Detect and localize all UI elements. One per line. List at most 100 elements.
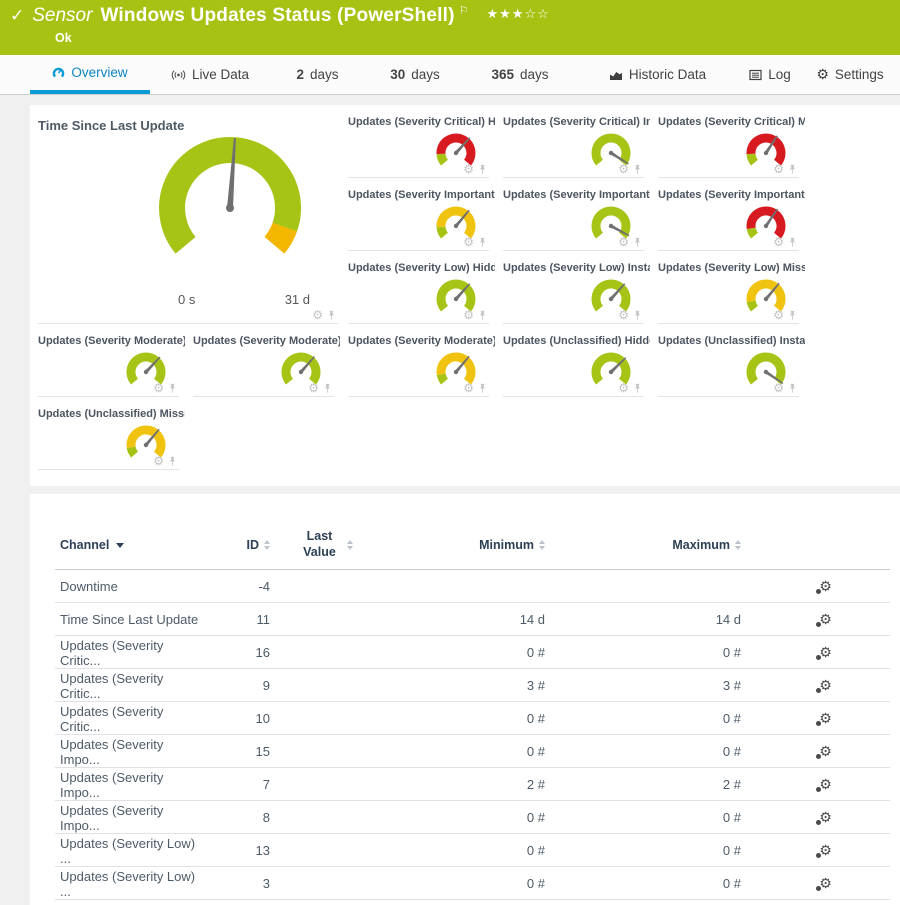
channel-table-row[interactable]: Time Since Last Update 11 14 d 14 d ⚙ bbox=[30, 603, 900, 636]
channel-table-row[interactable]: Updates (Severity Impo... 8 0 # 0 # ⚙ bbox=[30, 801, 900, 834]
channel-settings-icon[interactable]: ⚙ bbox=[819, 777, 832, 792]
tab-live-data[interactable]: Live Data bbox=[150, 55, 270, 94]
mini-gauge-cell[interactable]: Updates (Severity Low) Hidden ⚙ bbox=[348, 261, 503, 334]
channel-table-row[interactable]: Updates (Severity Low) ... 13 0 # 0 # ⚙ bbox=[30, 834, 900, 867]
main-gauge-cell[interactable]: Time Since Last Update 0 s 31 d ⚙ bbox=[38, 115, 348, 334]
mini-gauge-cell[interactable]: Updates (Unclassified) Hidden ⚙ bbox=[503, 334, 658, 407]
column-header-maximum[interactable]: Maximum bbox=[555, 538, 751, 552]
tab-365-days[interactable]: 365 days bbox=[465, 55, 575, 94]
mini-gauge-cell[interactable]: Updates (Unclassified) Missing ⚙ bbox=[38, 407, 193, 480]
pin-icon[interactable] bbox=[323, 383, 332, 394]
channel-name-cell[interactable]: Updates (Severity Critic... bbox=[30, 704, 200, 734]
pin-icon[interactable] bbox=[633, 383, 642, 394]
time-since-last-update-gauge[interactable] bbox=[120, 135, 340, 285]
tab-overview[interactable]: Overview bbox=[30, 55, 150, 94]
pin-icon[interactable] bbox=[478, 237, 487, 248]
channel-table-row[interactable]: Updates (Severity Critic... 16 0 # 0 # ⚙ bbox=[30, 636, 900, 669]
tab-settings[interactable]: ⚙ Settings bbox=[800, 55, 900, 94]
channel-table-row[interactable]: Downtime -4 ⚙ bbox=[30, 570, 900, 603]
gauge-settings-gear-icon[interactable]: ⚙ bbox=[463, 163, 474, 175]
channel-settings-icon[interactable]: ⚙ bbox=[819, 711, 832, 726]
gauge-settings-gear-icon[interactable]: ⚙ bbox=[773, 236, 784, 248]
channel-name-cell[interactable]: Updates (Severity Impo... bbox=[30, 803, 200, 833]
gauge-settings-gear-icon[interactable]: ⚙ bbox=[618, 382, 629, 394]
gauge-settings-gear-icon[interactable]: ⚙ bbox=[153, 382, 164, 394]
mini-gauge-cell[interactable]: Updates (Severity Important) ... ⚙ bbox=[503, 188, 658, 261]
channel-table-row[interactable]: Updates (Severity Critic... 9 3 # 3 # ⚙ bbox=[30, 669, 900, 702]
tab-30-days[interactable]: 30 days bbox=[365, 55, 465, 94]
mini-gauge-cell[interactable]: Updates (Severity Critical) Mi... ⚙ bbox=[658, 115, 813, 188]
pin-icon[interactable] bbox=[478, 164, 487, 175]
gauge-settings-gear-icon[interactable]: ⚙ bbox=[308, 382, 319, 394]
pin-icon[interactable] bbox=[788, 310, 797, 321]
gauge-settings-gear-icon[interactable]: ⚙ bbox=[153, 455, 164, 467]
channel-settings-icon[interactable]: ⚙ bbox=[819, 678, 832, 693]
channel-settings-icon[interactable]: ⚙ bbox=[819, 744, 832, 759]
column-header-channel[interactable]: Channel bbox=[30, 538, 200, 552]
tab-label: days bbox=[411, 67, 440, 82]
tab-historic-data[interactable]: Historic Data bbox=[575, 55, 740, 94]
mini-gauge-cell[interactable]: Updates (Severity Important) ... ⚙ bbox=[348, 188, 503, 261]
pin-icon[interactable] bbox=[168, 383, 177, 394]
pin-icon[interactable] bbox=[788, 164, 797, 175]
mini-gauge-cell[interactable]: Updates (Severity Moderate) I... ⚙ bbox=[193, 334, 348, 407]
gauge-settings-gear-icon[interactable]: ⚙ bbox=[618, 309, 629, 321]
pin-icon[interactable] bbox=[478, 310, 487, 321]
channel-name-cell[interactable]: Downtime bbox=[30, 579, 200, 594]
mini-gauge-cell[interactable]: Updates (Severity Moderate) ... ⚙ bbox=[38, 334, 193, 407]
channel-maximum-cell: 0 # bbox=[555, 645, 751, 660]
mini-gauge-cell[interactable]: Updates (Severity Low) Install... ⚙ bbox=[503, 261, 658, 334]
channel-name-cell[interactable]: Updates (Severity Impo... bbox=[30, 770, 200, 800]
mini-gauge-cell[interactable]: Updates (Severity Moderate) ... ⚙ bbox=[348, 334, 503, 407]
channel-settings-icon[interactable]: ⚙ bbox=[819, 645, 832, 660]
channel-settings-icon[interactable]: ⚙ bbox=[819, 810, 832, 825]
gauge-settings-gear-icon[interactable]: ⚙ bbox=[773, 309, 784, 321]
tab-2-days[interactable]: 2 days bbox=[270, 55, 365, 94]
channel-name-cell[interactable]: Updates (Severity Critic... bbox=[30, 671, 200, 701]
column-header-id[interactable]: ID bbox=[200, 538, 270, 552]
pin-icon[interactable] bbox=[633, 164, 642, 175]
gauge-settings-gear-icon[interactable]: ⚙ bbox=[463, 236, 474, 248]
tab-log[interactable]: Log bbox=[740, 55, 800, 94]
mini-gauge-cell[interactable]: Updates (Severity Critical) Ins... ⚙ bbox=[503, 115, 658, 188]
gauge-settings-gear-icon[interactable]: ⚙ bbox=[773, 382, 784, 394]
priority-stars[interactable]: ★★★☆☆ bbox=[486, 7, 549, 22]
pin-icon[interactable] bbox=[633, 237, 642, 248]
mini-gauge-label: Updates (Severity Critical) Ins... bbox=[503, 115, 650, 130]
gauge-settings-gear-icon[interactable]: ⚙ bbox=[773, 163, 784, 175]
gauge-settings-gear-icon[interactable]: ⚙ bbox=[312, 309, 323, 321]
mini-gauge-label: Updates (Severity Important) ... bbox=[503, 188, 650, 203]
channel-settings-icon[interactable]: ⚙ bbox=[819, 579, 832, 594]
gauge-settings-gear-icon[interactable]: ⚙ bbox=[618, 236, 629, 248]
mini-gauge-cell[interactable]: Updates (Severity Low) Missi... ⚙ bbox=[658, 261, 813, 334]
channel-table-row[interactable]: Updates (Severity Impo... 7 2 # 2 # ⚙ bbox=[30, 768, 900, 801]
mini-gauge-label: Updates (Severity Low) Install... bbox=[503, 261, 650, 276]
mini-gauge-cell[interactable]: Updates (Unclassified) Install... ⚙ bbox=[658, 334, 813, 407]
pin-icon[interactable] bbox=[633, 310, 642, 321]
pin-icon[interactable] bbox=[788, 237, 797, 248]
channel-settings-icon[interactable]: ⚙ bbox=[819, 876, 832, 891]
pin-icon[interactable] bbox=[168, 456, 177, 467]
column-header-minimum[interactable]: Minimum bbox=[380, 538, 555, 552]
channel-settings-icon[interactable]: ⚙ bbox=[819, 612, 832, 627]
channel-name-cell[interactable]: Updates (Severity Impo... bbox=[30, 737, 200, 767]
channel-name-cell[interactable]: Updates (Severity Low) ... bbox=[30, 836, 200, 866]
mini-gauge-cell[interactable]: Updates (Severity Critical) Hi... ⚙ bbox=[348, 115, 503, 188]
column-header-last-value[interactable]: Last Value bbox=[270, 529, 380, 560]
pin-icon[interactable] bbox=[478, 383, 487, 394]
channel-table-row[interactable]: Updates (Severity Critic... 10 0 # 0 # ⚙ bbox=[30, 702, 900, 735]
pin-icon[interactable] bbox=[327, 310, 336, 321]
channel-table-row[interactable]: Updates (Severity Low) ... 3 0 # 0 # ⚙ bbox=[30, 867, 900, 900]
channel-maximum-cell: 0 # bbox=[555, 876, 751, 891]
gauge-settings-gear-icon[interactable]: ⚙ bbox=[463, 382, 474, 394]
channel-name-cell[interactable]: Time Since Last Update bbox=[30, 612, 200, 627]
gauge-settings-gear-icon[interactable]: ⚙ bbox=[618, 163, 629, 175]
mini-gauge-cell[interactable]: Updates (Severity Important) ... ⚙ bbox=[658, 188, 813, 261]
flag-icon[interactable]: ⚐ bbox=[459, 4, 469, 17]
channel-name-cell[interactable]: Updates (Severity Critic... bbox=[30, 638, 200, 668]
channel-table-row[interactable]: Updates (Severity Impo... 15 0 # 0 # ⚙ bbox=[30, 735, 900, 768]
gauge-settings-gear-icon[interactable]: ⚙ bbox=[463, 309, 474, 321]
channel-name-cell[interactable]: Updates (Severity Low) ... bbox=[30, 869, 200, 899]
pin-icon[interactable] bbox=[788, 383, 797, 394]
channel-settings-icon[interactable]: ⚙ bbox=[819, 843, 832, 858]
